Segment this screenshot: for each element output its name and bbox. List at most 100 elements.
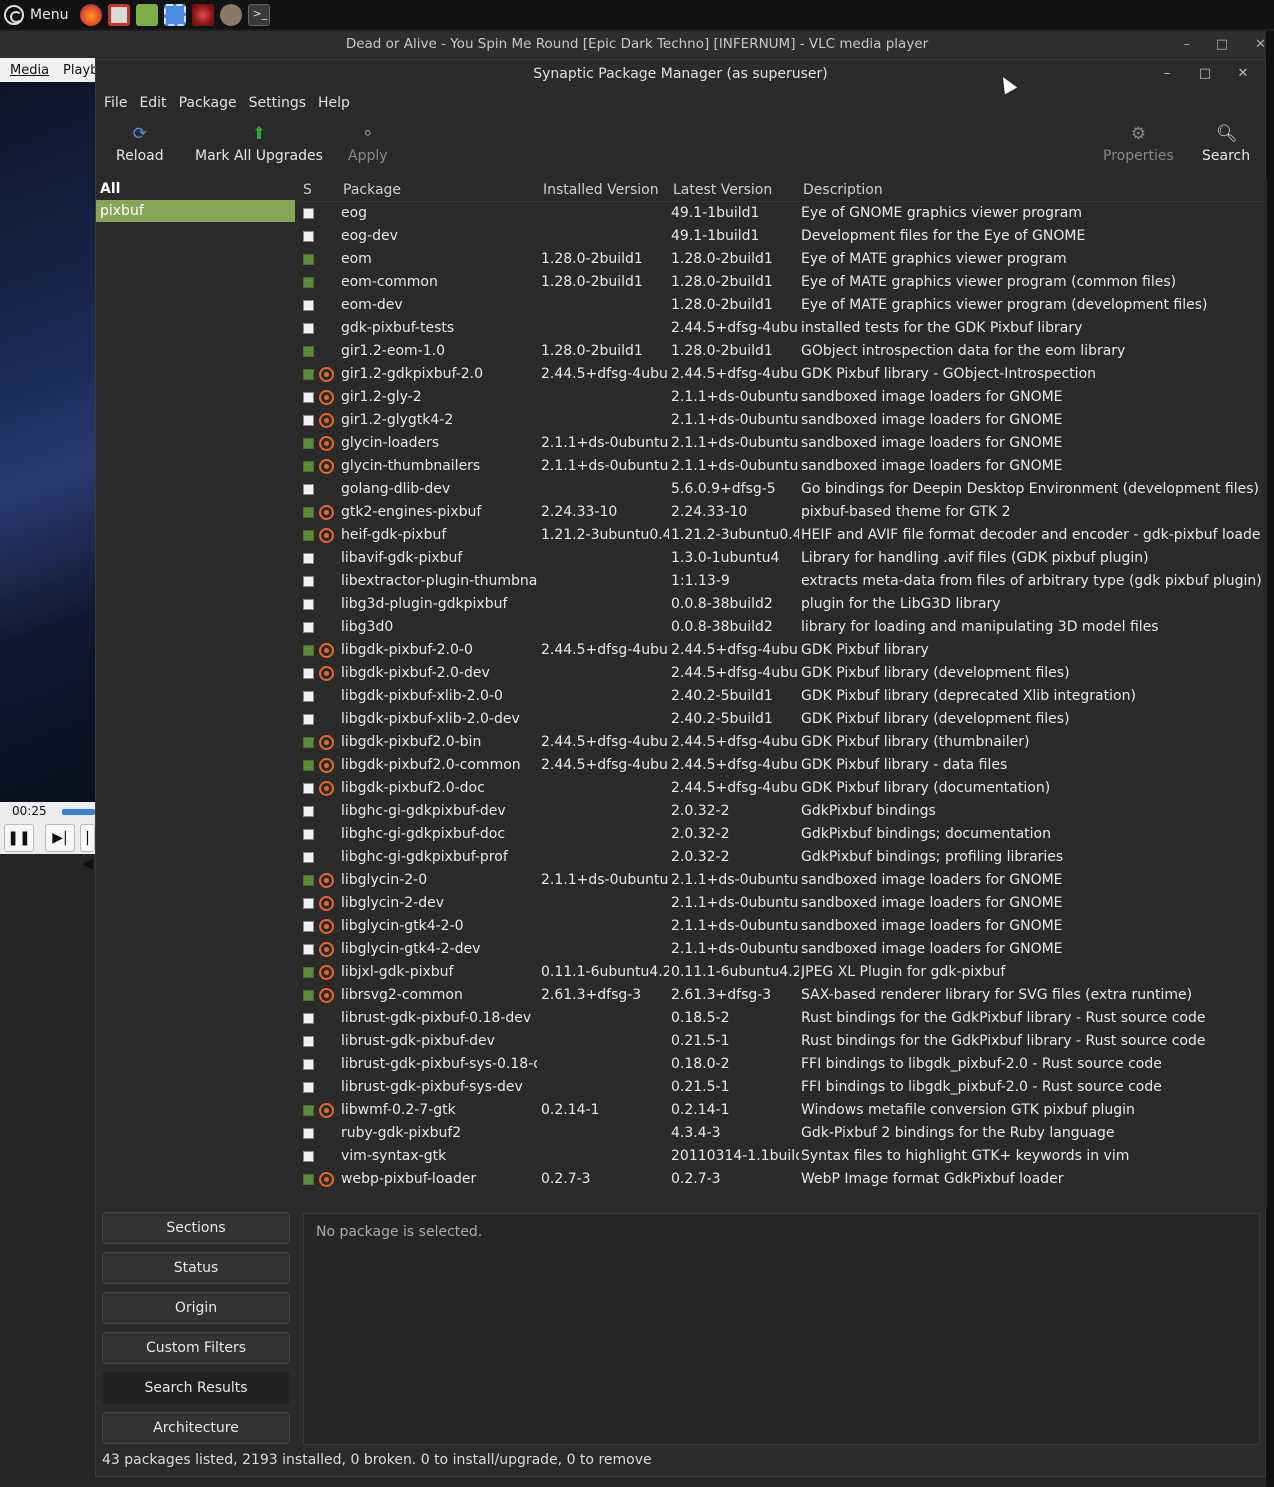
table-row[interactable]: eom 1.28.0-2build1 1.28.0-2build1 Eye of MA… (297, 248, 1267, 271)
status-checkbox[interactable] (303, 438, 314, 449)
filter-all[interactable]: All (96, 178, 295, 200)
status-checkbox[interactable] (303, 530, 314, 541)
status-checkbox[interactable] (303, 1128, 314, 1139)
status-checkbox[interactable] (303, 231, 314, 242)
table-row[interactable]: libg3d0 0.0.8-38build2 library for loading… (297, 616, 1267, 639)
table-row[interactable]: eom-common 1.28.0-2build1 1.28.0-2build1 Ey… (297, 271, 1267, 294)
pause-icon[interactable]: ❚❚ (4, 824, 34, 852)
previous-icon[interactable]: |◀ (80, 824, 95, 872)
status-checkbox[interactable] (303, 208, 314, 219)
col-installed[interactable]: Installed Version (543, 182, 659, 198)
vlc-seek-bar[interactable] (62, 809, 95, 815)
table-row[interactable]: eom-dev 1.28.0-2build1 Eye of MATE graphic… (297, 294, 1267, 317)
table-row[interactable]: gir1.2-glygtk4-2 2.1.1+ds-0ubuntu1 sandbox… (297, 409, 1267, 432)
status-checkbox[interactable] (303, 599, 314, 610)
table-row[interactable]: libextractor-plugin-thumbnailg 1:1.13-9 ex… (297, 570, 1267, 593)
status-checkbox[interactable] (303, 461, 314, 472)
table-row[interactable]: librsvg2-common 2.61.3+dfsg-3 2.61.3+dfsg-… (297, 984, 1267, 1007)
maximize-icon[interactable]: □ (1216, 31, 1228, 58)
table-row[interactable]: glycin-thumbnailers 2.1.1+ds-0ubuntu1 2.1.… (297, 455, 1267, 478)
image-viewer-icon[interactable] (136, 3, 159, 26)
status-checkbox[interactable] (303, 691, 314, 702)
minimize-icon[interactable]: – (1159, 66, 1175, 82)
firefox-icon[interactable] (80, 3, 103, 26)
status-checkbox[interactable] (303, 576, 314, 587)
screenshot-icon[interactable] (164, 3, 187, 26)
architecture-button[interactable]: Architecture (102, 1412, 290, 1444)
status-checkbox[interactable] (303, 415, 314, 426)
vlc-video-area[interactable] (0, 82, 95, 802)
start-menu-button[interactable]: Menu (4, 0, 74, 29)
table-row[interactable]: libgdk-pixbuf2.0-doc 2.44.5+dfsg-4ubunt GD… (297, 777, 1267, 800)
table-row[interactable]: libghc-gi-gdkpixbuf-prof 2.0.32-2 GdkPixbu… (297, 846, 1267, 869)
table-row[interactable]: libgdk-pixbuf2.0-bin 2.44.5+dfsg-4ubunt 2.… (297, 731, 1267, 754)
table-row[interactable]: libghc-gi-gdkpixbuf-doc 2.0.32-2 GdkPixbuf… (297, 823, 1267, 846)
menu-help[interactable]: Help (318, 95, 350, 111)
mark-all-upgrades-button[interactable]: ⬆ Mark All Upgrades (195, 124, 323, 164)
table-row[interactable]: webp-pixbuf-loader 0.2.7-3 0.2.7-3 WebP Ima… (297, 1168, 1267, 1191)
status-checkbox[interactable] (303, 898, 314, 909)
status-checkbox[interactable] (303, 737, 314, 748)
table-row[interactable]: libglycin-2-0 2.1.1+ds-0ubuntu1 2.1.1+ds-0… (297, 869, 1267, 892)
col-status[interactable]: S (303, 182, 312, 198)
status-checkbox[interactable] (303, 760, 314, 771)
table-row[interactable]: eog 49.1-1build1 Eye of GNOME graphics vie… (297, 202, 1267, 225)
terminal-icon[interactable]: >_ (248, 3, 271, 26)
origin-button[interactable]: Origin (102, 1292, 290, 1324)
apply-button[interactable]: ⚬ Apply (348, 124, 388, 164)
status-checkbox[interactable] (303, 829, 314, 840)
status-checkbox[interactable] (303, 254, 314, 265)
table-row[interactable]: libgdk-pixbuf-xlib-2.0-dev 2.40.2-5build1… (297, 708, 1267, 731)
status-checkbox[interactable] (303, 484, 314, 495)
gimp-icon[interactable] (220, 3, 243, 26)
status-checkbox[interactable] (303, 668, 314, 679)
table-row[interactable]: libavif-gdk-pixbuf 1.3.0-1ubuntu4 Library … (297, 547, 1267, 570)
table-row[interactable]: libgdk-pixbuf-xlib-2.0-0 2.40.2-5build1 GD… (297, 685, 1267, 708)
status-checkbox[interactable] (303, 369, 314, 380)
table-row[interactable]: librust-gdk-pixbuf-sys-dev 0.21.5-1 FFI bi… (297, 1076, 1267, 1099)
status-checkbox[interactable] (303, 300, 314, 311)
table-row[interactable]: libjxl-gdk-pixbuf 0.11.1-6ubuntu4.2 0.11.1… (297, 961, 1267, 984)
table-row[interactable]: libwmf-0.2-7-gtk 0.2.14-1 0.2.14-1 Windows … (297, 1099, 1267, 1122)
table-row[interactable]: libgdk-pixbuf-2.0-dev 2.44.5+dfsg-4ubunt G… (297, 662, 1267, 685)
status-checkbox[interactable] (303, 967, 314, 978)
calculator-icon[interactable] (108, 3, 131, 26)
table-row[interactable]: gdk-pixbuf-tests 2.44.5+dfsg-4ubunt instal… (297, 317, 1267, 340)
menu-edit[interactable]: Edit (139, 95, 166, 111)
table-row[interactable]: libglycin-gtk4-2-0 2.1.1+ds-0ubuntu1 sandb… (297, 915, 1267, 938)
maximize-icon[interactable]: □ (1197, 66, 1213, 82)
table-row[interactable]: librust-gdk-pixbuf-dev 0.21.5-1 Rust bindi… (297, 1030, 1267, 1053)
vlc-menu-media[interactable]: Media (10, 63, 49, 78)
properties-button[interactable]: ⚙ Properties (1103, 124, 1174, 164)
status-checkbox[interactable] (303, 392, 314, 403)
filter-pixbuf[interactable]: pixbuf (96, 200, 295, 222)
status-button[interactable]: Status (102, 1252, 290, 1284)
status-checkbox[interactable] (303, 622, 314, 633)
table-row[interactable]: librust-gdk-pixbuf-sys-0.18-dev 0.18.0-2 F… (297, 1053, 1267, 1076)
status-checkbox[interactable] (303, 1105, 314, 1116)
menu-package[interactable]: Package (179, 95, 237, 111)
search-button[interactable]: 🔍︎ Search (1202, 124, 1250, 164)
status-checkbox[interactable] (303, 346, 314, 357)
status-checkbox[interactable] (303, 852, 314, 863)
col-package[interactable]: Package (343, 182, 401, 198)
table-row[interactable]: gir1.2-gdkpixbuf-2.0 2.44.5+dfsg-4ubunt 2.… (297, 363, 1267, 386)
close-icon[interactable]: ✕ (1235, 66, 1251, 82)
status-checkbox[interactable] (303, 277, 314, 288)
status-checkbox[interactable] (303, 1013, 314, 1024)
status-checkbox[interactable] (303, 806, 314, 817)
col-latest[interactable]: Latest Version (673, 182, 772, 198)
status-checkbox[interactable] (303, 944, 314, 955)
search-results-button[interactable]: Search Results (102, 1372, 290, 1404)
status-checkbox[interactable] (303, 1059, 314, 1070)
status-checkbox[interactable] (303, 645, 314, 656)
table-row[interactable]: gir1.2-eom-1.0 1.28.0-2build1 1.28.0-2buil… (297, 340, 1267, 363)
close-icon[interactable]: ✕ (1255, 31, 1266, 58)
menu-settings[interactable]: Settings (249, 95, 306, 111)
table-row[interactable]: libg3d-plugin-gdkpixbuf 0.0.8-38build2 plu… (297, 593, 1267, 616)
table-row[interactable]: libgdk-pixbuf-2.0-0 2.44.5+dfsg-4ubunt 2.4… (297, 639, 1267, 662)
table-row[interactable]: ruby-gdk-pixbuf2 4.3.4-3 Gdk-Pixbuf 2 bind… (297, 1122, 1267, 1145)
table-row[interactable]: vim-syntax-gtk 20110314-1.1build1 Syntax f… (297, 1145, 1267, 1168)
status-checkbox[interactable] (303, 553, 314, 564)
col-description[interactable]: Description (803, 182, 883, 198)
